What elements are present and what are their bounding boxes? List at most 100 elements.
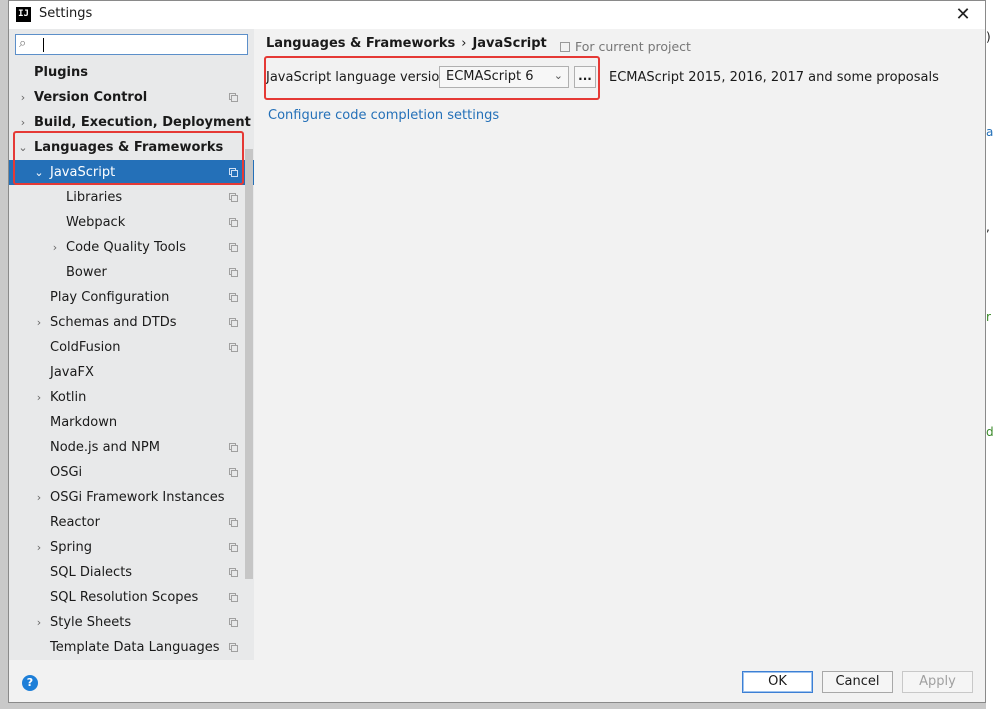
sidebar-item-label: OSGi Framework Instances [50,490,225,505]
sidebar-item-label: SQL Resolution Scopes [50,590,199,605]
sidebar-item-label: Play Configuration [50,290,170,305]
project-scope-icon [229,468,238,477]
sidebar-item-kotlin[interactable]: › Kotlin [9,385,254,410]
sidebar-item-javafx[interactable]: JavaFX [9,360,254,385]
project-scope-icon [229,218,238,227]
sidebar-item-label: OSGi [50,465,83,480]
sidebar-item-label: Style Sheets [50,615,132,630]
apply-button[interactable]: Apply [902,671,973,693]
sidebar-item-markdown[interactable]: Markdown [9,410,254,435]
sidebar-item-label: ColdFusion [50,340,121,355]
sidebar-item-code-quality-tools[interactable]: › Code Quality Tools [9,235,254,260]
sidebar-scrollbar[interactable] [245,149,253,579]
text-cursor [43,38,44,52]
project-scope-icon [229,268,238,277]
breadcrumb-current: JavaScript [472,36,547,51]
sidebar-item-label: Libraries [66,190,123,205]
chevron-right-icon[interactable]: › [34,385,44,410]
chevron-down-icon[interactable]: ⌄ [34,160,44,185]
background-glyph: d [986,425,994,439]
project-scope-icon [229,293,238,302]
project-scope-icon [560,42,570,52]
chevron-right-icon[interactable]: › [50,235,60,260]
sidebar-item-version-control[interactable]: › Version Control [9,85,254,110]
sidebar-item-label: Bower [66,265,107,280]
scope-label: For current project [575,39,691,54]
language-version-label: JavaScript language version [266,70,448,85]
sidebar-item-play-configuration[interactable]: Play Configuration [9,285,254,310]
project-scope-icon [229,243,238,252]
sidebar-item-label: JavaScript [50,165,116,180]
background-glyph: a [986,125,994,139]
sidebar-item-label: Reactor [50,515,100,530]
chevron-down-icon: ⌄ [553,69,563,82]
chevron-right-icon[interactable]: › [34,485,44,510]
sidebar-item-style-sheets[interactable]: › Style Sheets [9,610,254,635]
sidebar-item-webpack[interactable]: Webpack [9,210,254,235]
project-scope-icon [229,543,238,552]
breadcrumb-parent[interactable]: Languages & Frameworks [266,36,455,51]
sidebar-item-label: Schemas and DTDs [50,315,177,330]
background-editor-strip: ) a , r d [986,0,994,709]
sidebar-item-node-js-and-npm[interactable]: Node.js and NPM [9,435,254,460]
ok-button[interactable]: OK [742,671,813,693]
sidebar-item-label: JavaFX [50,365,94,380]
sidebar-item-sql-resolution-scopes[interactable]: SQL Resolution Scopes [9,585,254,610]
project-scope-icon [229,193,238,202]
project-scope-icon [229,618,238,627]
language-version-description: ECMAScript 2015, 2016, 2017 and some pro… [609,70,939,85]
language-version-more-button[interactable]: ... [574,66,596,88]
sidebar-item-osgi-framework-instances[interactable]: › OSGi Framework Instances [9,485,254,510]
sidebar-item-reactor[interactable]: Reactor [9,510,254,535]
settings-content-panel: Languages & Frameworks › JavaScript For cu… [254,29,985,660]
help-icon[interactable]: ? [22,675,38,691]
language-version-value: ECMAScript 6 [446,69,534,84]
dialog-button-bar: ? OK Cancel Apply [9,660,985,702]
sidebar-item-label: Template Data Languages [50,640,220,655]
sidebar-item-label: Languages & Frameworks [34,140,224,155]
window-title: Settings [39,6,93,21]
sidebar-item-label: Markdown [50,415,118,430]
sidebar-item-javascript[interactable]: ⌄ JavaScript [9,160,254,185]
sidebar-item-bower[interactable]: Bower [9,260,254,285]
breadcrumb: Languages & Frameworks › JavaScript [266,36,547,51]
chevron-down-icon[interactable]: ⌄ [18,135,28,160]
sidebar-item-sql-dialects[interactable]: SQL Dialects [9,560,254,585]
sidebar-item-osgi[interactable]: OSGi [9,460,254,485]
language-version-dropdown[interactable]: ECMAScript 6 ⌄ [439,66,569,88]
title-bar: IJ Settings ✕ [9,1,985,29]
project-scope-icon [229,318,238,327]
sidebar-item-languages-frameworks[interactable]: ⌄ Languages & Frameworks [9,135,254,160]
sidebar-item-plugins[interactable]: Plugins [9,60,254,85]
project-scope-icon [229,643,238,652]
sidebar-item-schemas-and-dtds[interactable]: › Schemas and DTDs [9,310,254,335]
sidebar-item-libraries[interactable]: Libraries [9,185,254,210]
sidebar-item-build-execution-deployment[interactable]: › Build, Execution, Deployment [9,110,254,135]
chevron-right-icon[interactable]: › [18,110,28,135]
breadcrumb-separator: › [461,36,467,51]
project-scope-icon [229,568,238,577]
sidebar-item-label: Build, Execution, Deployment [34,115,251,130]
chevron-right-icon[interactable]: › [34,535,44,560]
sidebar-item-template-data-languages[interactable]: Template Data Languages [9,635,254,660]
settings-sidebar: ⌕ Plugins › Version Control › Build, Executi… [9,29,254,660]
intellij-app-icon: IJ [16,7,31,22]
scope-indicator: For current project [560,39,691,54]
sidebar-item-label: Spring [50,540,92,555]
sidebar-item-label: Webpack [66,215,126,230]
chevron-right-icon[interactable]: › [18,85,28,110]
sidebar-item-label: Kotlin [50,390,87,405]
search-field[interactable]: ⌕ [15,34,248,55]
chevron-right-icon[interactable]: › [34,610,44,635]
close-icon[interactable]: ✕ [951,3,975,27]
sidebar-item-label: Version Control [34,90,148,105]
project-scope-icon [229,343,238,352]
chevron-right-icon[interactable]: › [34,310,44,335]
search-icon[interactable]: ⌕ [19,36,26,51]
cancel-button[interactable]: Cancel [822,671,893,693]
sidebar-item-coldfusion[interactable]: ColdFusion [9,335,254,360]
sidebar-item-spring[interactable]: › Spring [9,535,254,560]
project-scope-icon [229,168,238,177]
search-input[interactable] [46,36,241,53]
configure-code-completion-link[interactable]: Configure code completion settings [268,108,499,123]
